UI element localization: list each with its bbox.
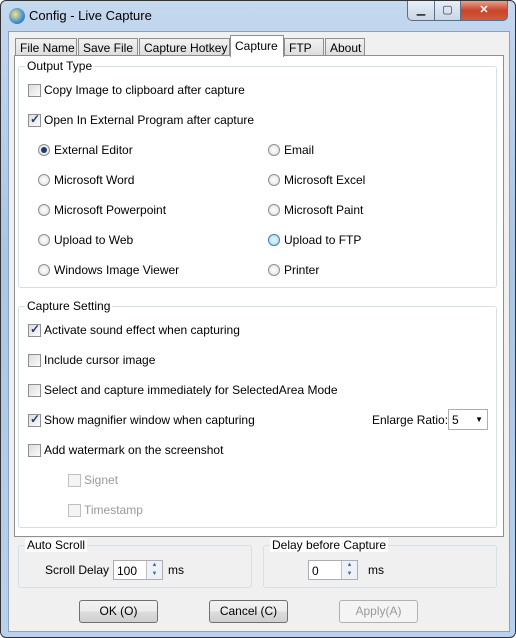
tab-capture[interactable]: Capture (230, 35, 284, 57)
capture-setting-label: Show magnifier window when capturing (44, 413, 255, 427)
scroll-delay-value: 100 (117, 564, 138, 578)
radio-label-microsoft-powerpoint: Microsoft Powerpoint (54, 203, 167, 217)
radio-printer[interactable] (268, 264, 280, 276)
radio-label-microsoft-paint: Microsoft Paint (284, 203, 364, 217)
copy-clipboard-label: Copy Image to clipboard after capture (44, 83, 245, 97)
radio-email[interactable] (268, 144, 280, 156)
capture-setting-checkbox[interactable] (28, 384, 41, 397)
minimize-button[interactable]: ▁ (407, 1, 435, 21)
scroll-delay-unit: ms (168, 563, 184, 577)
signet-label: Signet (84, 473, 119, 487)
capture-setting-label: Activate sound effect when capturing (44, 323, 240, 337)
capture-setting-label: Include cursor image (44, 353, 156, 367)
tab-about[interactable]: About (325, 38, 365, 56)
window-title: Config - Live Capture (29, 8, 152, 23)
open-external-checkbox[interactable] (28, 112, 41, 127)
open-external-label: Open In External Program after capture (44, 113, 255, 127)
delay-unit: ms (368, 563, 384, 577)
enlarge-ratio-value: 5 (452, 413, 459, 427)
radio-label-upload-to-ftp: Upload to FTP (284, 233, 362, 247)
maximize-button[interactable]: ▢ (434, 1, 461, 21)
radio-label-microsoft-word: Microsoft Word (54, 173, 135, 187)
capture-setting-checkbox[interactable] (28, 354, 41, 367)
scroll-delay-label: Scroll Delay (45, 563, 110, 577)
delay-value: 0 (312, 564, 319, 578)
radio-upload-to-web[interactable] (38, 234, 50, 246)
delay-spinner[interactable]: 0 ▲ ▼ (308, 560, 358, 580)
radio-label-microsoft-excel: Microsoft Excel (284, 173, 366, 187)
radio-upload-to-ftp[interactable] (268, 234, 280, 246)
chevron-down-icon: ▼ (475, 415, 483, 424)
capture-setting-label: Select and capture immediately for Selec… (44, 383, 338, 397)
tab-ftp[interactable]: FTP (284, 38, 324, 56)
radio-microsoft-excel[interactable] (268, 174, 280, 186)
radio-microsoft-powerpoint[interactable] (38, 204, 50, 216)
radio-microsoft-word[interactable] (38, 174, 50, 186)
radio-microsoft-paint[interactable] (268, 204, 280, 216)
radio-label-email: Email (284, 143, 315, 157)
radio-label-windows-image-viewer: Windows Image Viewer (54, 263, 180, 277)
delay-title: Delay before Capture (270, 538, 389, 552)
radio-label-external-editor: External Editor (54, 143, 133, 157)
capture-setting-title: Capture Setting (25, 299, 113, 313)
close-button[interactable]: ✕ (460, 1, 508, 21)
radio-windows-image-viewer[interactable] (38, 264, 50, 276)
auto-scroll-title: Auto Scroll (25, 538, 88, 552)
tab-save-file[interactable]: Save File (78, 38, 138, 56)
capture-setting-checkbox[interactable] (28, 444, 41, 457)
copy-clipboard-checkbox[interactable] (28, 84, 41, 97)
tab-capture-hotkey[interactable]: Capture Hotkey (139, 38, 230, 56)
app-icon (9, 8, 25, 24)
apply-button[interactable]: Apply(A) (339, 600, 418, 623)
signet-checkbox[interactable] (68, 474, 81, 487)
capture-setting-checkbox[interactable] (28, 322, 41, 337)
cancel-button[interactable]: Cancel (C) (209, 600, 288, 623)
tab-file-name[interactable]: File Name (15, 38, 77, 56)
timestamp-checkbox[interactable] (68, 504, 81, 517)
scroll-delay-spinner[interactable]: 100 ▲ ▼ (113, 560, 163, 580)
radio-label-printer: Printer (284, 263, 320, 277)
timestamp-label: Timestamp (84, 503, 143, 517)
capture-setting-checkbox[interactable] (28, 412, 41, 427)
radio-label-upload-to-web: Upload to Web (54, 233, 134, 247)
output-type-title: Output Type (25, 59, 95, 73)
enlarge-ratio-label: Enlarge Ratio: (372, 413, 449, 427)
spinner-arrows-icon[interactable]: ▲ ▼ (146, 561, 162, 579)
enlarge-ratio-select[interactable]: 5 ▼ (448, 409, 488, 430)
spinner-arrows-icon[interactable]: ▲ ▼ (341, 561, 357, 579)
radio-external-editor[interactable] (38, 144, 50, 156)
capture-setting-label: Add watermark on the screenshot (44, 443, 224, 457)
ok-button[interactable]: OK (O) (79, 600, 158, 623)
